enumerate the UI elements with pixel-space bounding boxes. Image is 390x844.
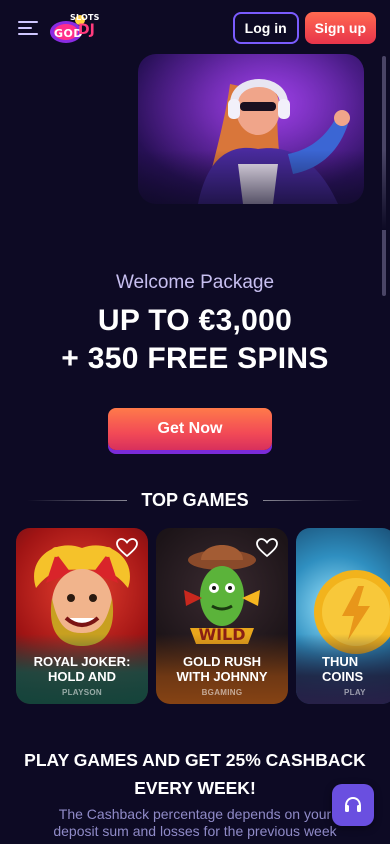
game-title: THUN COINS [296,654,390,684]
get-now-button[interactable]: Get Now [108,408,272,450]
headset-icon [345,796,361,812]
bonus-free-spins: + 350 FREE SPINS [61,342,329,375]
login-button[interactable]: Log in [232,12,299,44]
top-games-title: TOP GAMES [141,490,249,510]
signup-button[interactable]: Sign up [304,12,376,44]
game-card-thunder-coins[interactable]: THUN COINS PLAY [296,528,390,704]
hero-fade-overlay [0,150,390,230]
bonus-amount: UP TO €3,000 [97,304,293,337]
cashback-desc-line2: deposit sum and losses for the previous … [53,823,337,839]
game-card-gold-rush[interactable]: WILD GOLD RUSH WITH JOHNNY BGAMING [156,528,288,704]
divider-right [262,500,363,501]
support-chat-button[interactable] [332,784,374,826]
cashback-title-line1: PLAY GAMES AND GET 25% CASHBACK [24,750,366,770]
game-title-line1: ROYAL JOKER: [33,654,131,669]
logo-text-dj: DJ [78,22,95,38]
game-title-line2: WITH JOHNNY [176,669,268,684]
game-provider: PLAY [344,688,366,697]
game-provider: BGAMING [201,688,243,697]
game-title: ROYAL JOKER: HOLD AND [16,654,148,684]
top-header: SLOTS GOD DJ Log in Sign up [0,0,390,56]
game-provider: PLAYSON [61,688,103,697]
site-logo[interactable]: SLOTS GOD DJ [48,12,100,44]
hamburger-menu-icon[interactable] [18,20,38,36]
game-title-line2: HOLD AND [47,669,117,684]
game-title: GOLD RUSH WITH JOHNNY [156,654,288,684]
game-title-line1: THUN [322,654,359,669]
logo-text-slots: SLOTS [70,13,100,22]
game-card-royal-joker[interactable]: ROYAL JOKER: HOLD AND PLAYSON [16,528,148,704]
divider-left [27,500,128,501]
welcome-package-label: Welcome Package [115,272,275,293]
game-title-line1: GOLD RUSH [183,654,261,669]
top-games-heading: TOP GAMES [0,490,390,511]
bonus-headline: UP TO €3,000 + 350 FREE SPINS [0,302,390,378]
heart-icon[interactable] [256,538,278,558]
game-title-line2: COINS [322,669,364,684]
heart-icon[interactable] [116,538,138,558]
